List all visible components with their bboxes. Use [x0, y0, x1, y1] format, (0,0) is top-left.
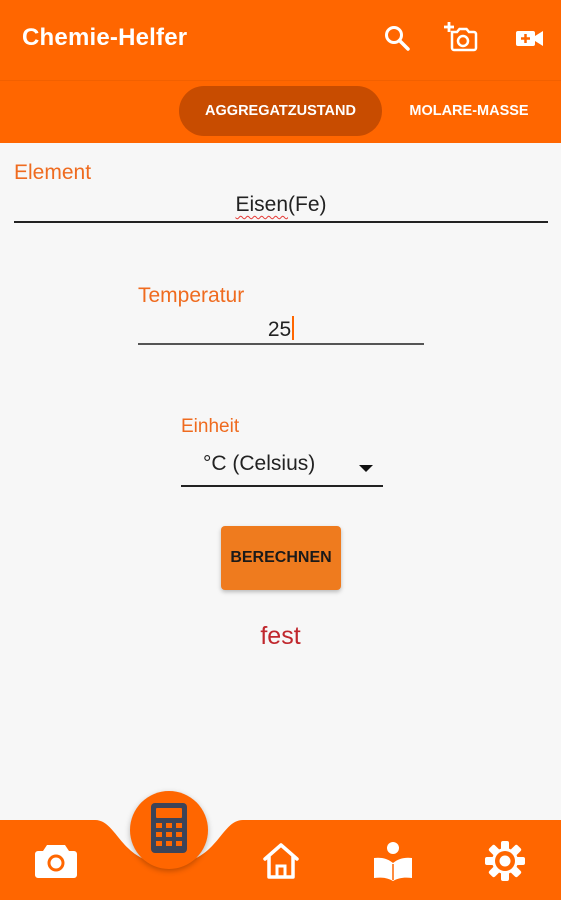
temperature-label: Temperatur — [138, 284, 245, 307]
app-title: Chemie-Helfer — [22, 24, 188, 51]
reading-book-icon[interactable] — [372, 840, 414, 887]
element-label: Element — [14, 161, 92, 184]
app-bar: Chemie-Helfer — [0, 0, 561, 80]
home-icon[interactable] — [262, 842, 300, 885]
video-add-icon[interactable] — [512, 22, 546, 54]
unit-selected-value: °C (Celsius) — [203, 452, 316, 475]
text-cursor — [292, 316, 295, 340]
calculator-fab-button[interactable] — [130, 791, 208, 869]
settings-gear-icon[interactable] — [484, 840, 526, 887]
element-underline — [14, 221, 548, 223]
tab-bar: AGGREGATZUSTAND MOLARE-MASSE — [0, 80, 561, 143]
tab-aggregatzustand[interactable]: AGGREGATZUSTAND — [179, 86, 382, 136]
temperature-value: 25 — [267, 318, 292, 341]
camera-add-icon[interactable] — [444, 22, 480, 54]
search-icon[interactable] — [381, 22, 413, 54]
camera-icon[interactable] — [34, 843, 78, 884]
element-input[interactable]: Eisen(Fe) — [14, 193, 548, 217]
temperature-input[interactable]: 25 — [138, 316, 424, 342]
element-value-rest: (Fe) — [288, 193, 327, 216]
tab-molare-masse[interactable]: MOLARE-MASSE — [395, 86, 543, 136]
temperature-underline — [138, 343, 424, 345]
unit-underline — [181, 485, 383, 487]
result-text: fest — [260, 622, 301, 650]
unit-select[interactable]: °C (Celsius) — [181, 447, 383, 487]
unit-label: Einheit — [181, 416, 240, 437]
bottom-navigation — [0, 820, 561, 900]
element-value-word: Eisen — [235, 193, 289, 216]
calculate-button[interactable]: BERECHNEN — [221, 526, 341, 590]
calculator-icon — [151, 802, 187, 858]
dropdown-arrow-icon — [359, 460, 373, 478]
